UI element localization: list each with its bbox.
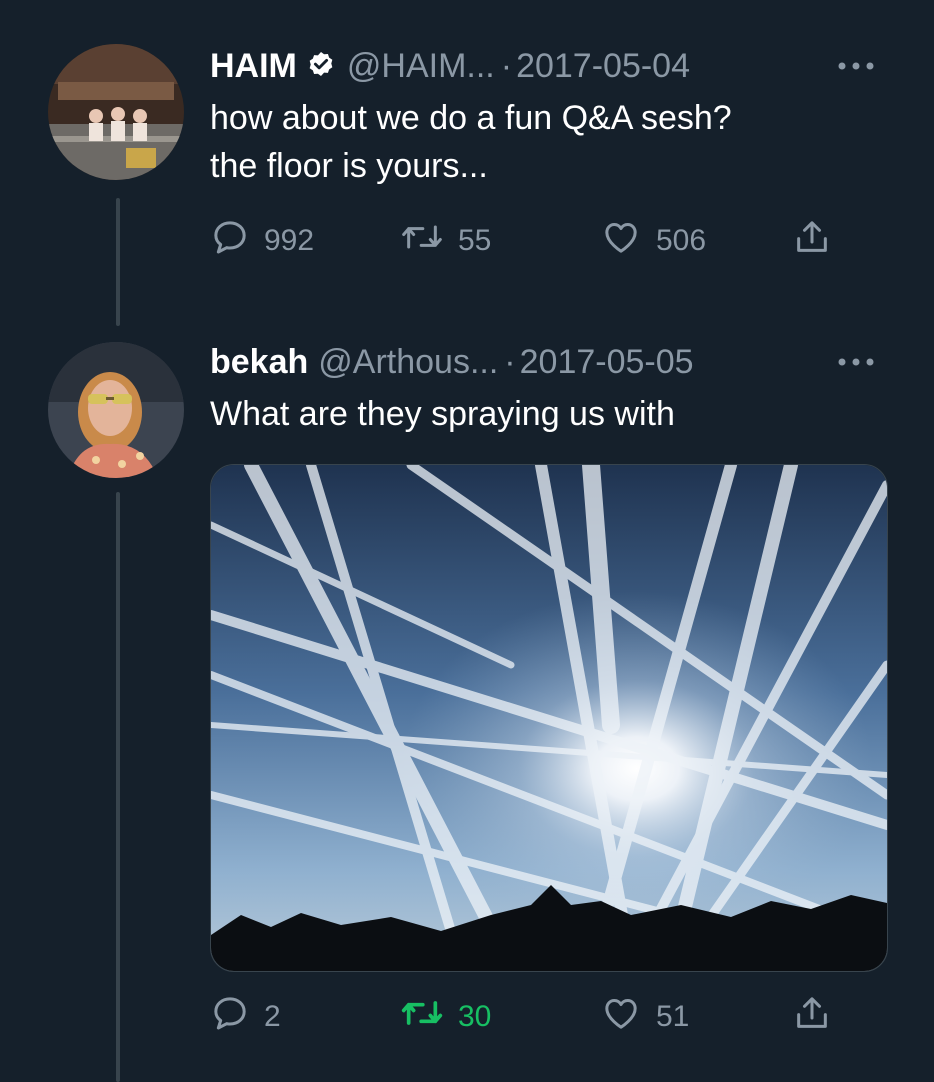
retweet-button[interactable]: 30	[400, 992, 491, 1042]
reply-icon	[210, 993, 250, 1041]
tweet-haim[interactable]: HAIM @HAIM... · 2017-05-04 how about we …	[0, 44, 934, 284]
tweet-actions: 2 30 51	[210, 992, 850, 1042]
retweet-count: 55	[458, 224, 492, 257]
reply-icon	[210, 217, 250, 265]
tweet-media-image[interactable]	[210, 464, 888, 972]
tweet-text: What are they spraying us with	[210, 395, 675, 433]
more-options-icon[interactable]	[836, 44, 876, 88]
reply-button[interactable]: 2	[210, 992, 281, 1042]
like-count: 51	[656, 1000, 690, 1033]
tweet-date[interactable]: 2017-05-05	[520, 340, 694, 384]
share-button[interactable]	[792, 216, 832, 266]
tweet-date[interactable]: 2017-05-04	[516, 44, 690, 88]
avatar-bekah[interactable]	[48, 342, 184, 478]
share-icon	[792, 992, 832, 1042]
separator-dot: ·	[500, 47, 513, 85]
like-button[interactable]: 506	[600, 216, 706, 266]
more-options-icon[interactable]	[836, 340, 876, 384]
reply-button[interactable]: 992	[210, 216, 314, 266]
author-name[interactable]: bekah	[210, 340, 308, 384]
like-count: 506	[656, 224, 707, 257]
separator-dot: ·	[504, 343, 516, 381]
retweet-icon	[400, 217, 444, 265]
tweet-bekah[interactable]: bekah @Arthous... · 2017-05-05 What are …	[0, 340, 934, 1082]
tweet-header: bekah @Arthous... · 2017-05-05	[210, 340, 694, 384]
author-name[interactable]: HAIM	[210, 44, 297, 88]
heart-icon	[600, 993, 642, 1041]
tweet-header: HAIM @HAIM... · 2017-05-04	[210, 44, 690, 88]
tweet-actions: 992 55 506	[210, 216, 850, 266]
retweet-icon	[400, 993, 444, 1041]
heart-icon	[600, 217, 642, 265]
retweet-button[interactable]: 55	[400, 216, 491, 266]
reply-count: 992	[264, 224, 315, 257]
verified-badge-icon	[305, 50, 337, 82]
share-icon	[792, 216, 832, 266]
avatar-haim[interactable]	[48, 44, 184, 180]
retweet-count: 30	[458, 1000, 492, 1033]
share-button[interactable]	[792, 992, 832, 1042]
author-handle[interactable]: @HAIM...	[347, 44, 495, 88]
reply-count: 2	[264, 1000, 281, 1033]
tweet-text: how about we do a fun Q&A sesh? the floo…	[210, 99, 732, 185]
author-handle[interactable]: @Arthous...	[318, 340, 498, 384]
like-button[interactable]: 51	[600, 992, 689, 1042]
